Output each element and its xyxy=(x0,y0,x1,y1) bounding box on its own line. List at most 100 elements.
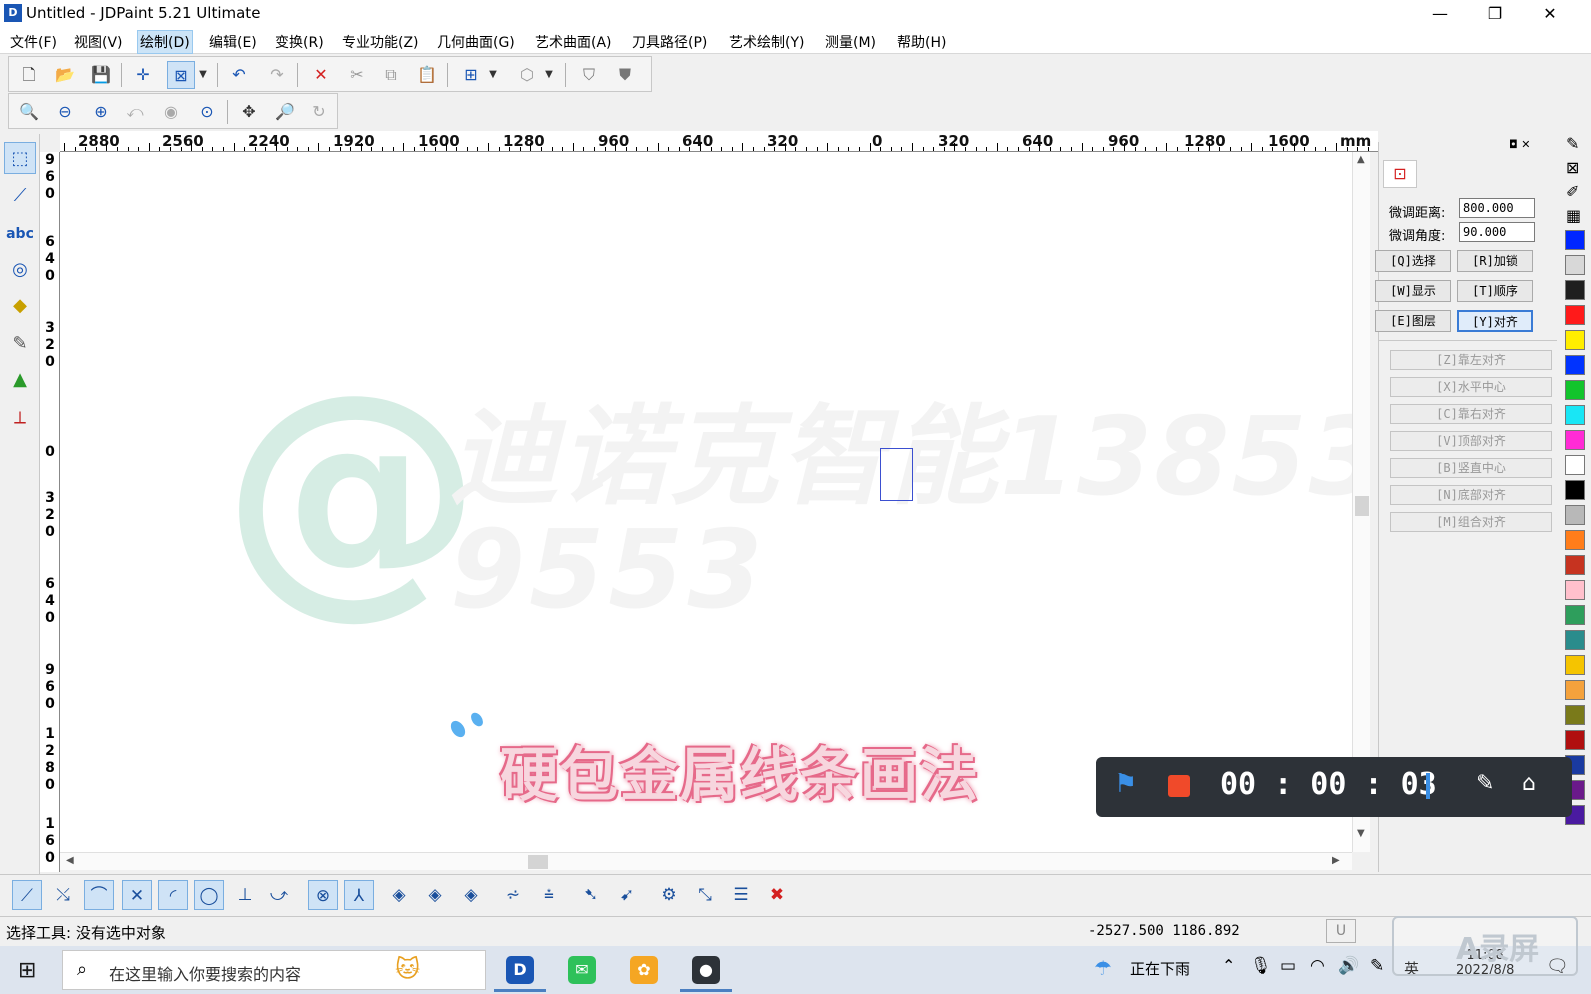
taskbar-photos[interactable]: ✿ xyxy=(618,950,670,992)
align-top-button[interactable]: [V]顶部对齐 xyxy=(1390,431,1552,451)
chevron-down-icon[interactable]: ▼ xyxy=(195,61,211,89)
dynamic-zoom-icon[interactable]: 🔎 xyxy=(271,98,299,126)
minimize-button[interactable]: — xyxy=(1420,2,1460,26)
fill-tool-icon[interactable]: ◆ xyxy=(4,290,36,322)
new-file-icon[interactable]: 🗋 xyxy=(15,61,43,89)
color-swatch[interactable] xyxy=(1565,430,1585,450)
paste-icon[interactable]: 📋 xyxy=(413,61,441,89)
lock-button[interactable]: [R]加锁 xyxy=(1457,250,1533,272)
menu-art-draw[interactable]: 艺术绘制(Y) xyxy=(727,31,806,53)
snap-circle-icon[interactable]: ◯ xyxy=(194,880,224,910)
undo-icon[interactable]: ↶ xyxy=(225,61,253,89)
pan-icon[interactable]: ✥ xyxy=(235,98,263,126)
snap-intersect-icon[interactable]: ✕ xyxy=(122,880,152,910)
align-vcenter-button[interactable]: [B]竖直中心 xyxy=(1390,458,1552,478)
windows-start-icon[interactable]: ⊞ xyxy=(18,958,36,983)
text-tool-icon[interactable]: abc xyxy=(4,218,36,250)
color-swatch[interactable] xyxy=(1565,280,1585,300)
microphone-icon[interactable]: 🎙 xyxy=(1250,956,1272,976)
pen-tool-icon[interactable]: ✎ xyxy=(4,328,36,360)
taskbar-search[interactable]: ⌕ 在这里输入你要搜索的内容 🐱 xyxy=(62,950,486,990)
color-swatch[interactable] xyxy=(1565,705,1585,725)
color-swatch[interactable] xyxy=(1565,730,1585,750)
horizontal-scrollbar[interactable]: ◀ ▶ xyxy=(60,852,1352,870)
stop-record-button[interactable] xyxy=(1168,775,1190,797)
scroll-left-icon[interactable]: ◀ xyxy=(66,855,74,866)
snap-near-icon[interactable]: ⤻ xyxy=(264,880,294,910)
volume-icon[interactable]: 🔊 xyxy=(1338,956,1359,976)
view-eye-icon[interactable]: ◉ xyxy=(157,98,185,126)
node-tool-icon[interactable]: ⚙ xyxy=(654,880,684,910)
color-swatch[interactable] xyxy=(1565,405,1585,425)
open-folder-icon[interactable]: 📂 xyxy=(51,61,79,89)
color-swatch[interactable] xyxy=(1565,330,1585,350)
zoom-window-icon[interactable]: 🔍 xyxy=(15,98,43,126)
select-pointer-icon[interactable]: ➷ xyxy=(576,880,606,910)
grid-snap-icon[interactable]: ⊞ xyxy=(457,61,485,89)
menu-edit[interactable]: 编辑(E) xyxy=(207,31,259,53)
pen-icon[interactable]: ✎ xyxy=(1476,771,1494,796)
color-swatch[interactable] xyxy=(1565,580,1585,600)
order-button[interactable]: [T]顺序 xyxy=(1457,280,1533,302)
menu-transform[interactable]: 变换(R) xyxy=(273,31,326,53)
scroll-right-icon[interactable]: ▶ xyxy=(1332,855,1340,866)
palette-tool-icon[interactable]: ✎ xyxy=(1566,134,1579,153)
measure-tool-icon[interactable]: ⟂ xyxy=(4,402,36,434)
snap-perpendicular-icon[interactable]: ⊥ xyxy=(230,880,260,910)
color-swatch[interactable] xyxy=(1565,480,1585,500)
home-icon[interactable]: ⌂ xyxy=(1522,771,1536,796)
pen-tray-icon[interactable]: ✎ xyxy=(1370,956,1384,976)
chevron-down-icon[interactable]: ▼ xyxy=(541,61,557,89)
align-button[interactable]: [Y]对齐 xyxy=(1457,310,1533,332)
scroll-down-icon[interactable]: ▼ xyxy=(1357,828,1365,839)
save-icon[interactable]: 💾 xyxy=(87,61,115,89)
menu-help[interactable]: 帮助(H) xyxy=(895,31,948,53)
rotate-view-icon[interactable]: ↻ xyxy=(305,98,333,126)
chevron-down-icon[interactable]: ▼ xyxy=(485,61,501,89)
delete-icon[interactable]: ✕ xyxy=(307,61,335,89)
scroll-up-icon[interactable]: ▲ xyxy=(1357,154,1365,165)
color-swatch[interactable] xyxy=(1565,355,1585,375)
layer-up-icon[interactable]: ⩫ xyxy=(498,880,528,910)
panel-tab-icon[interactable]: ⊡ xyxy=(1383,160,1417,188)
align-right-button[interactable]: [C]靠右对齐 xyxy=(1390,404,1552,424)
node-edit-icon[interactable]: ⤡ xyxy=(690,880,720,910)
color-swatch[interactable] xyxy=(1565,630,1585,650)
color-swatch[interactable] xyxy=(1565,605,1585,625)
select-tool-icon[interactable]: ⬚ xyxy=(4,142,36,174)
taskbar-jdpaint[interactable]: D xyxy=(494,950,546,992)
menu-art-surface[interactable]: 艺术曲面(A) xyxy=(533,31,614,53)
menu-measure[interactable]: 测量(M) xyxy=(823,31,878,53)
palette-tool-icon[interactable]: ✐ xyxy=(1566,182,1579,201)
menu-geometric-surface[interactable]: 几何曲面(G) xyxy=(435,31,517,53)
drawn-rectangle[interactable] xyxy=(880,448,913,501)
color-swatch[interactable] xyxy=(1565,555,1585,575)
zoom-in-icon[interactable]: ⊕ xyxy=(87,98,115,126)
layer-button[interactable]: [E]图层 xyxy=(1375,310,1451,332)
snap-angle-icon[interactable]: ⅄ xyxy=(344,880,374,910)
color-swatch[interactable] xyxy=(1565,305,1585,325)
snap-tangent-icon[interactable]: ◜ xyxy=(158,880,188,910)
cancel-x-icon[interactable]: ✖ xyxy=(762,880,792,910)
color-swatch[interactable] xyxy=(1565,680,1585,700)
transform-tool-icon[interactable]: ◎ xyxy=(4,254,36,286)
color-swatch[interactable] xyxy=(1565,380,1585,400)
u-indicator[interactable]: U xyxy=(1326,919,1356,943)
color-swatch[interactable] xyxy=(1565,230,1585,250)
zoom-all-icon[interactable]: ⊙ xyxy=(193,98,221,126)
taskbar-wechat[interactable]: ✉ xyxy=(556,950,608,992)
panel-close-icon[interactable]: ◘ ✕ xyxy=(1509,138,1530,151)
zoom-previous-icon[interactable]: ⤺ xyxy=(121,98,149,126)
taskbar-recorder[interactable]: ● xyxy=(680,950,732,992)
color-swatch[interactable] xyxy=(1565,505,1585,525)
node-edit-icon[interactable]: ⟋ xyxy=(4,180,36,212)
menu-professional[interactable]: 专业功能(Z) xyxy=(340,31,421,53)
grid-diamond-3-icon[interactable]: ◈ xyxy=(456,880,486,910)
color-swatch[interactable] xyxy=(1565,255,1585,275)
grid-diamond-2-icon[interactable]: ◈ xyxy=(420,880,450,910)
zoom-out-icon[interactable]: ⊖ xyxy=(51,98,79,126)
shield-left-icon[interactable]: ⛉ xyxy=(575,61,603,89)
scroll-thumb[interactable] xyxy=(528,855,548,869)
bell-tool-icon[interactable]: ▲ xyxy=(4,364,36,396)
snap-arc-icon[interactable]: ⌒ xyxy=(84,880,114,910)
